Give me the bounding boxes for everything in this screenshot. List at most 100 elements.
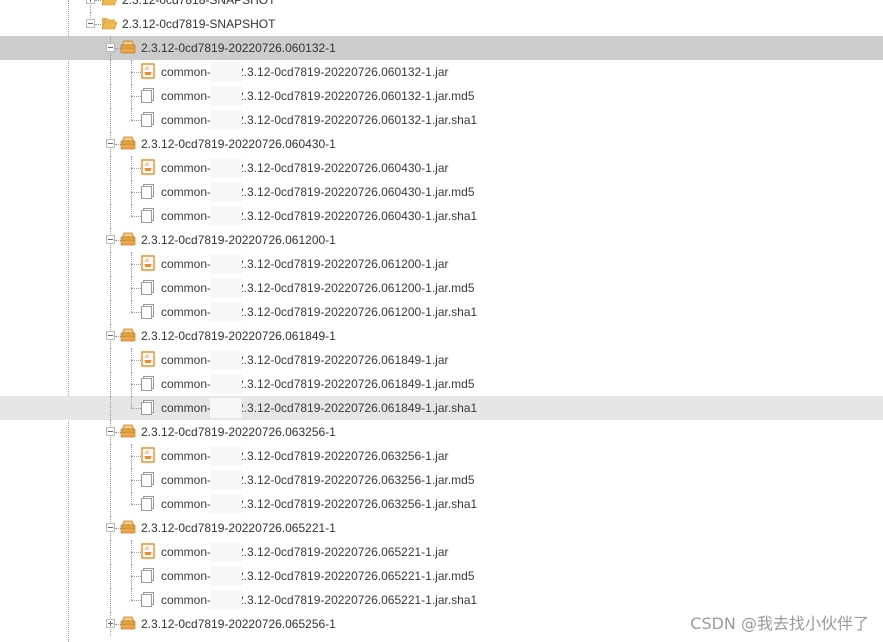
tree-file-row[interactable]: common-scm-2.3.12-0cd7819-20220726.06013… [0, 84, 883, 108]
package-icon [120, 519, 136, 535]
collapse-toggle[interactable] [106, 235, 115, 244]
tree-version-row[interactable]: 2.3.12-0cd7819-20220726.060132-1 [0, 36, 883, 60]
tree-file-row[interactable]: common-scm-2.3.12-0cd7819-20220726.06120… [0, 276, 883, 300]
redaction-mask [210, 302, 242, 322]
folder-label[interactable]: 2.3.12-0cd7818-SNAPSHOT [122, 0, 275, 12]
file-label[interactable]: common-scm-2.3.12-0cd7819-20220726.06043… [161, 180, 475, 204]
collapse-toggle[interactable] [106, 331, 115, 340]
tree-file-row[interactable]: common-scm-2.3.12-0cd7819-20220726.06184… [0, 348, 883, 372]
tree-connector [131, 492, 132, 504]
tree-folder-row[interactable]: 2.3.12-0cd7818-SNAPSHOT [0, 0, 883, 12]
tree-file-row[interactable]: common-scm-2.3.12-0cd7819-20220726.06043… [0, 180, 883, 204]
tree-file-row[interactable]: common-scm-2.3.12-0cd7819-20220726.06043… [0, 204, 883, 228]
tree-connector [110, 204, 111, 228]
package-icon [120, 423, 136, 439]
package-icon [120, 615, 136, 631]
text-file-icon [140, 87, 156, 103]
tree-connector [110, 300, 111, 324]
file-label[interactable]: common-scm-2.3.12-0cd7819-20220726.06120… [161, 300, 477, 324]
file-label[interactable]: common-scm-2.3.12-0cd7819-20220726.06013… [161, 84, 475, 108]
tree-file-row[interactable]: common-scm-2.3.12-0cd7819-20220726.06325… [0, 492, 883, 516]
file-label[interactable]: common-scm-2.3.12-0cd7819-20220726.06325… [161, 492, 477, 516]
expand-toggle[interactable] [86, 0, 95, 4]
folder-label[interactable]: 2.3.12-0cd7819-SNAPSHOT [122, 12, 275, 36]
file-label[interactable]: common-scm-2.3.12-0cd7819-20220726.06522… [161, 540, 449, 564]
tree-file-row[interactable]: common-scm-2.3.12-0cd7819-20220726.06043… [0, 156, 883, 180]
tree-connector [110, 348, 111, 372]
tree-file-row[interactable]: common-scm-2.3.12-0cd7819-20220726.06522… [0, 588, 883, 612]
tree-version-row[interactable]: 2.3.12-0cd7819-20220726.061849-1 [0, 324, 883, 348]
version-label[interactable]: 2.3.12-0cd7819-20220726.060430-1 [141, 132, 336, 156]
text-file-icon [140, 495, 156, 511]
tree-file-row[interactable]: common-scm-2.3.12-0cd7819-20220726.06522… [0, 540, 883, 564]
version-label[interactable]: 2.3.12-0cd7819-20220726.060132-1 [141, 36, 336, 60]
redaction-mask [210, 254, 242, 274]
tree-version-row[interactable]: 2.3.12-0cd7819-20220726.060430-1 [0, 132, 883, 156]
redaction-mask [210, 446, 242, 466]
tree-connector [110, 396, 111, 420]
tree-connector [110, 588, 111, 612]
text-file-icon [140, 279, 156, 295]
tree-version-row[interactable]: 2.3.12-0cd7819-20220726.061200-1 [0, 228, 883, 252]
file-label[interactable]: common-scm-2.3.12-0cd7819-20220726.06120… [161, 252, 449, 276]
tree-version-row[interactable]: 2.3.12-0cd7819-20220726.065221-1 [0, 516, 883, 540]
tree-connector [110, 444, 111, 468]
file-label[interactable]: common-scm-2.3.12-0cd7819-20220726.06043… [161, 156, 449, 180]
redaction-mask [210, 278, 242, 298]
file-label[interactable]: common-scm-2.3.12-0cd7819-20220726.06325… [161, 444, 449, 468]
collapse-toggle[interactable] [106, 43, 115, 52]
tree-connector [110, 60, 111, 84]
tree-version-row[interactable]: 2.3.12-0cd7819-20220726.063256-1 [0, 420, 883, 444]
tree-connector [110, 108, 111, 132]
file-label[interactable]: common-scm-2.3.12-0cd7819-20220726.06325… [161, 468, 475, 492]
jar-file-icon [140, 543, 156, 559]
collapse-toggle[interactable] [106, 523, 115, 532]
tree-connector [110, 372, 111, 396]
file-label[interactable]: common-scm-2.3.12-0cd7819-20220726.06522… [161, 564, 475, 588]
folder-open-icon [101, 0, 117, 7]
tree-file-row[interactable]: common-scm-2.3.12-0cd7819-20220726.06184… [0, 396, 883, 420]
redaction-mask [210, 350, 242, 370]
text-file-icon [140, 399, 156, 415]
tree-connector [110, 492, 111, 516]
redaction-mask [210, 206, 242, 226]
tree-file-row[interactable]: common-scm-2.3.12-0cd7819-20220726.06325… [0, 468, 883, 492]
file-label[interactable]: common-scm-2.3.12-0cd7819-20220726.06522… [161, 588, 477, 612]
redaction-mask [210, 158, 242, 178]
watermark: CSDN @我去找小伙伴了 [690, 614, 869, 633]
file-label[interactable]: common-scm-2.3.12-0cd7819-20220726.06013… [161, 108, 477, 132]
file-label[interactable]: common-scm-2.3.12-0cd7819-20220726.06184… [161, 348, 449, 372]
tree-file-row[interactable]: common-scm-2.3.12-0cd7819-20220726.06013… [0, 60, 883, 84]
file-label[interactable]: common-scm-2.3.12-0cd7819-20220726.06184… [161, 372, 475, 396]
tree-file-row[interactable]: common-scm-2.3.12-0cd7819-20220726.06522… [0, 564, 883, 588]
version-label[interactable]: 2.3.12-0cd7819-20220726.061200-1 [141, 228, 336, 252]
file-label[interactable]: common-scm-2.3.12-0cd7819-20220726.06184… [161, 396, 477, 420]
collapse-toggle[interactable] [106, 139, 115, 148]
tree-file-row[interactable]: common-scm-2.3.12-0cd7819-20220726.06120… [0, 252, 883, 276]
redaction-mask [210, 182, 242, 202]
file-label[interactable]: common-scm-2.3.12-0cd7819-20220726.06013… [161, 60, 449, 84]
tree-file-row[interactable]: common-scm-2.3.12-0cd7819-20220726.06325… [0, 444, 883, 468]
package-icon [120, 327, 136, 343]
collapse-toggle[interactable] [86, 19, 95, 28]
redaction-mask [210, 86, 242, 106]
file-label[interactable]: common-scm-2.3.12-0cd7819-20220726.06043… [161, 204, 477, 228]
tree-connector [110, 540, 111, 564]
tree-file-row[interactable]: common-scm-2.3.12-0cd7819-20220726.06184… [0, 372, 883, 396]
tree-file-row[interactable]: common-scm-2.3.12-0cd7819-20220726.06013… [0, 108, 883, 132]
file-label[interactable]: common-scm-2.3.12-0cd7819-20220726.06120… [161, 276, 475, 300]
tree-file-row[interactable]: common-scm-2.3.12-0cd7819-20220726.06120… [0, 300, 883, 324]
jar-file-icon [140, 255, 156, 271]
tree-connector [131, 588, 132, 600]
version-label[interactable]: 2.3.12-0cd7819-20220726.061849-1 [141, 324, 336, 348]
version-label[interactable]: 2.3.12-0cd7819-20220726.063256-1 [141, 420, 336, 444]
version-label[interactable]: 2.3.12-0cd7819-20220726.065221-1 [141, 516, 336, 540]
tree-folder-row[interactable]: 2.3.12-0cd7819-SNAPSHOT [0, 12, 883, 36]
redaction-mask [210, 62, 242, 82]
text-file-icon [140, 471, 156, 487]
tree-connector [131, 204, 132, 216]
package-icon [120, 231, 136, 247]
collapse-toggle[interactable] [106, 427, 115, 436]
expand-toggle[interactable] [106, 619, 115, 628]
version-label[interactable]: 2.3.12-0cd7819-20220726.065256-1 [141, 612, 336, 636]
